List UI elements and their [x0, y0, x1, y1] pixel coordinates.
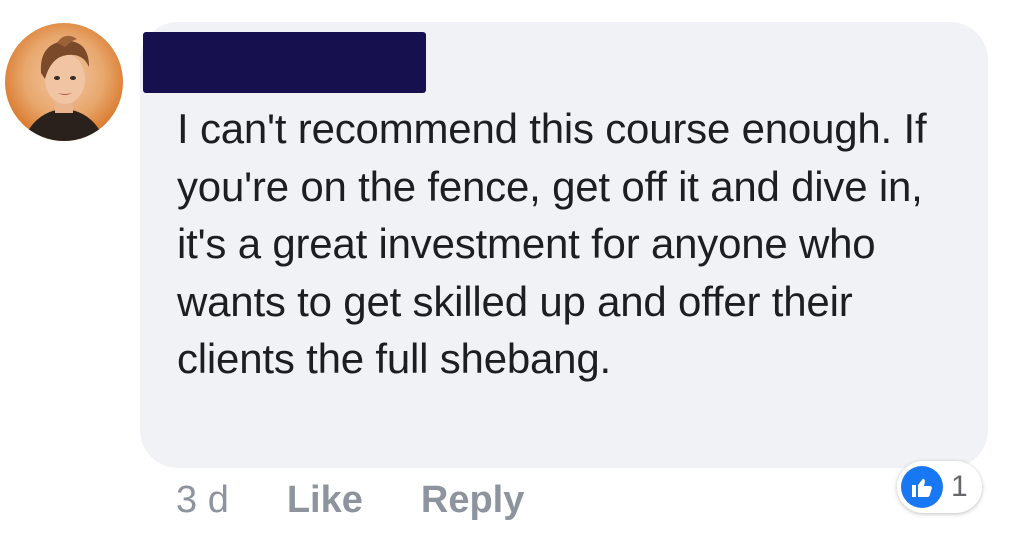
comment-timestamp[interactable]: 3 d [176, 479, 229, 522]
comment-screenshot: I can't recommend this course enough. If… [0, 0, 1024, 559]
comment-actions: 3 d Like Reply [176, 476, 524, 524]
comment-text: I can't recommend this course enough. If… [177, 105, 927, 382]
reply-button[interactable]: Reply [421, 479, 524, 522]
thumbs-up-icon [901, 466, 943, 508]
reaction-count: 1 [951, 470, 968, 503]
like-button[interactable]: Like [287, 479, 363, 522]
redacted-author-name [143, 32, 426, 93]
profile-photo [23, 35, 105, 141]
reaction-summary[interactable]: 1 [897, 461, 982, 513]
avatar[interactable] [5, 23, 123, 141]
